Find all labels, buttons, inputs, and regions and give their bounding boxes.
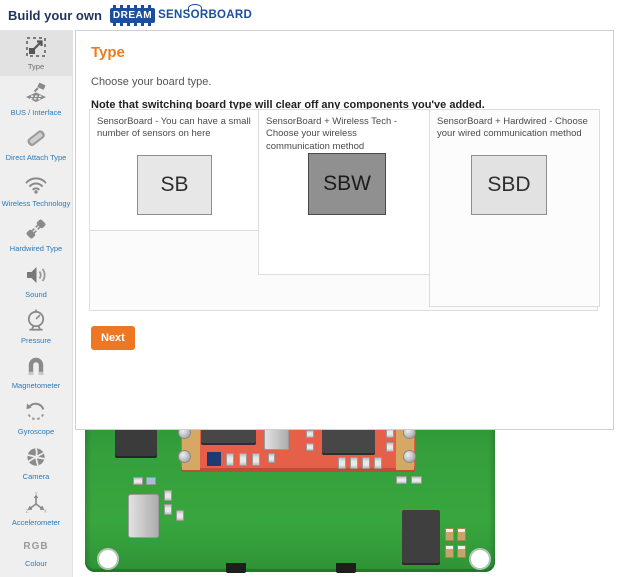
sidebar-item-rgb-colour[interactable]: RGB Colour xyxy=(0,531,72,577)
panel-subtitle: Choose your board type. xyxy=(91,76,212,88)
pcb-component xyxy=(226,453,234,466)
sidebar-label: Accelerometer xyxy=(11,517,61,527)
svg-text:Z: Z xyxy=(26,509,29,514)
sidebar-item-direct-attach-type[interactable]: Direct Attach Type xyxy=(0,121,72,167)
board-code-box-sb: SB xyxy=(137,155,212,215)
pcb-component xyxy=(336,563,356,573)
sidebar-item-accelerometer[interactable]: Y Z X Accelerometer xyxy=(0,486,72,532)
board-type-card-sbw[interactable]: SensorBoard + Wireless Tech - Choose you… xyxy=(258,109,430,275)
next-button[interactable]: Next xyxy=(91,326,135,350)
pcb-component xyxy=(268,453,275,463)
pcb-component xyxy=(226,563,246,573)
pcb-component xyxy=(252,453,260,466)
svg-text:X: X xyxy=(44,509,47,514)
sidebar-label: Wireless Technology xyxy=(1,198,71,208)
pcb-component xyxy=(445,528,454,541)
pcb-component xyxy=(207,452,221,466)
sidebar: Type BUS / Interface Direct Attach Type xyxy=(0,30,73,577)
board-code-box-sbd: SBD xyxy=(471,155,547,215)
sidebar-label: Type xyxy=(27,62,45,72)
sidebar-item-hardwired-type[interactable]: Hardwired Type xyxy=(0,212,72,258)
pcb-component xyxy=(178,450,191,463)
pcb-component xyxy=(128,494,159,538)
svg-text:Y: Y xyxy=(35,491,38,496)
sidebar-label: Camera xyxy=(22,472,50,482)
pcb-mount-hole xyxy=(97,548,119,570)
pcb-component xyxy=(374,457,382,469)
sidebar-label: Sound xyxy=(25,290,47,300)
pcb-component xyxy=(133,477,143,485)
sidebar-label: Colour xyxy=(24,558,48,568)
card-description: SensorBoard - You can have a small numbe… xyxy=(97,116,251,140)
sidebar-label: Pressure xyxy=(20,335,51,345)
sidebar-label: Magnetometer xyxy=(11,381,61,391)
gauge-icon xyxy=(27,309,45,331)
pcb-component xyxy=(445,545,454,558)
pcb-component xyxy=(457,545,466,558)
type-panel: Type Choose your board type. Note that s… xyxy=(75,30,614,430)
pcb-component xyxy=(164,504,172,515)
pcb-component xyxy=(239,453,247,466)
pcb-component xyxy=(396,476,407,484)
magnet-icon xyxy=(28,358,44,376)
board-type-options: SensorBoard - You can have a small numbe… xyxy=(89,109,600,311)
pcb-mount-hole xyxy=(469,548,491,570)
bus-interface-icon xyxy=(26,82,46,102)
logo-rboard: RBOARD xyxy=(199,9,253,21)
pcb-component xyxy=(350,457,358,469)
page-title: Build your own xyxy=(8,7,102,23)
sidebar-item-type[interactable]: Type xyxy=(0,30,72,76)
rotate-icon xyxy=(26,402,45,420)
board-code-box-sbw: SBW xyxy=(308,153,386,215)
three-axis-icon: Y Z X xyxy=(26,491,47,514)
sidebar-label: BUS / Interface xyxy=(10,107,62,117)
pcb-component xyxy=(386,442,394,452)
pcb-component xyxy=(457,528,466,541)
pcb-component xyxy=(146,477,156,485)
pcb-component xyxy=(306,443,314,451)
aperture-icon xyxy=(27,448,45,467)
logo-chip-icon: DREAM xyxy=(109,4,156,26)
sidebar-item-sound[interactable]: Sound xyxy=(0,258,72,304)
sidebar-label: Hardwired Type xyxy=(9,244,63,254)
sidebar-item-magnetometer[interactable]: Magnetometer xyxy=(0,349,72,395)
pcb-component xyxy=(403,450,416,463)
card-description: SensorBoard + Wireless Tech - Choose you… xyxy=(266,116,398,152)
resize-type-icon xyxy=(26,37,46,58)
sidebar-item-gyroscope[interactable]: Gyroscope xyxy=(0,395,72,441)
pcb-component xyxy=(338,457,346,469)
sidebar-label: Gyroscope xyxy=(17,426,55,436)
logo-wifi-o: O xyxy=(188,4,203,21)
sidebar-item-wireless-technology[interactable]: Wireless Technology xyxy=(0,167,72,213)
app-header: Build your own DREAM SENS O RBOARD xyxy=(0,0,619,30)
sidebar-label: Direct Attach Type xyxy=(5,153,67,163)
direct-attach-icon xyxy=(27,130,45,147)
panel-title: Type xyxy=(91,44,125,61)
pcb-component xyxy=(164,490,172,501)
plug-connectors-icon xyxy=(26,220,46,239)
card-description: SensorBoard + Hardwired - Choose your wi… xyxy=(437,116,588,140)
sidebar-item-bus-interface[interactable]: BUS / Interface xyxy=(0,76,72,122)
pcb-component xyxy=(306,430,314,438)
logo-wordmark: SENS O RBOARD xyxy=(158,4,253,21)
pcb-component xyxy=(176,510,184,521)
board-type-card-sbd[interactable]: SensorBoard + Hardwired - Choose your wi… xyxy=(429,109,600,307)
pcb-component xyxy=(411,476,422,484)
rgb-icon: RGB xyxy=(23,540,49,552)
speaker-icon xyxy=(27,267,46,284)
pcb-component xyxy=(362,457,370,469)
sidebar-item-pressure[interactable]: Pressure xyxy=(0,303,72,349)
logo-sens: SENS xyxy=(158,9,191,21)
wifi-icon xyxy=(25,177,47,194)
board-type-card-sb[interactable]: SensorBoard - You can have a small numbe… xyxy=(89,109,259,231)
pcb-component xyxy=(402,510,440,565)
sidebar-item-camera[interactable]: Camera xyxy=(0,440,72,486)
dream-sensorboard-logo: DREAM SENS O RBOARD xyxy=(109,4,253,26)
